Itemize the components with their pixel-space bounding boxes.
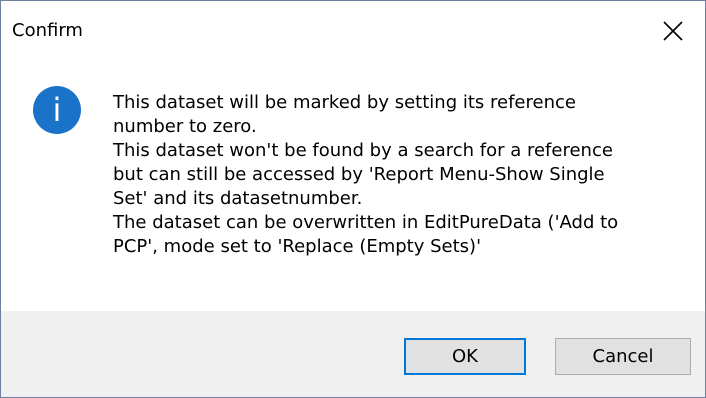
message-line: This dataset will be marked by setting i… <box>113 92 576 113</box>
close-button[interactable] <box>647 1 705 61</box>
message-line: The dataset can be overwritten in EditPu… <box>113 212 619 233</box>
message-line: This dataset won't be found by a search … <box>113 140 613 161</box>
message-line: number to zero. <box>113 116 257 137</box>
cancel-button[interactable]: Cancel <box>555 338 691 375</box>
message-line: PCP', mode set to 'Replace (Empty Sets)' <box>113 236 482 257</box>
close-icon <box>663 21 683 41</box>
dialog-title: Confirm <box>12 20 83 41</box>
message-line: but can still be accessed by 'Report Men… <box>113 164 605 185</box>
information-icon-glyph: i <box>53 91 62 129</box>
dialog-content: i This dataset will be marked by setting… <box>1 61 705 311</box>
message-text: This dataset will be marked by setting i… <box>113 91 698 259</box>
ok-button[interactable]: OK <box>404 338 526 375</box>
message-line: Set' and its datasetnumber. <box>113 188 363 209</box>
button-bar: OK Cancel <box>1 311 705 397</box>
title-bar: Confirm <box>1 1 705 61</box>
information-icon: i <box>33 86 81 134</box>
confirm-dialog: Confirm i This dataset will be marked by… <box>0 0 706 398</box>
